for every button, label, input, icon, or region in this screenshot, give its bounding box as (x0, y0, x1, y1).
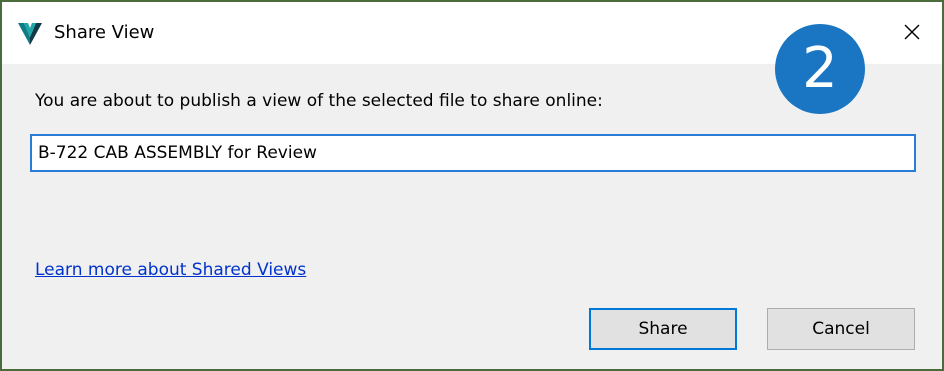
cancel-button[interactable]: Cancel (767, 308, 915, 350)
learn-more-link[interactable]: Learn more about Shared Views (35, 258, 306, 282)
app-logo-icon (18, 23, 42, 45)
view-name-input[interactable] (30, 134, 916, 172)
close-button[interactable] (892, 14, 932, 54)
share-prompt-text: You are about to publish a view of the s… (35, 91, 603, 111)
window-title: Share View (54, 22, 155, 43)
close-icon (903, 23, 921, 45)
share-button[interactable]: Share (589, 308, 737, 350)
share-view-dialog: Share View 2 You are about to publish a … (0, 0, 944, 371)
step-number-badge: 2 (775, 24, 865, 114)
